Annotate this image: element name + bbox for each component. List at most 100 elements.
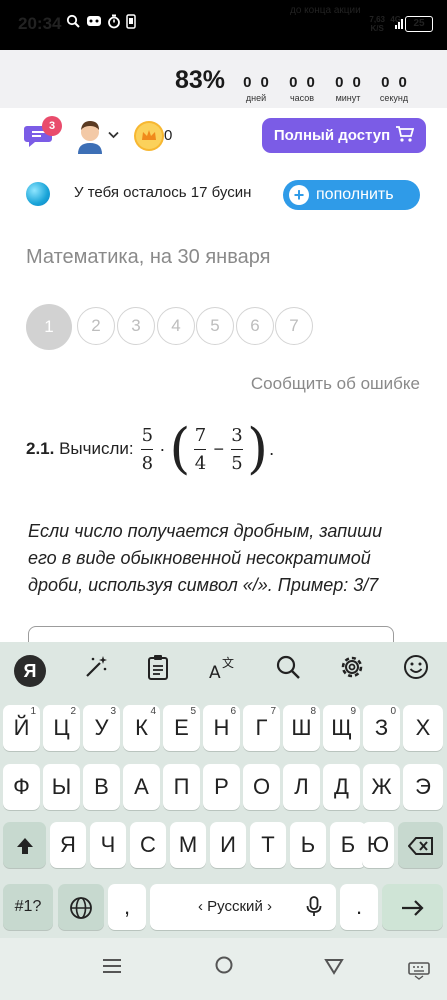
report-error-link[interactable]: Сообщить об ошибке <box>251 374 420 394</box>
shift-key[interactable] <box>3 822 46 868</box>
question-number-4[interactable]: 4 <box>157 307 195 345</box>
key-Й[interactable]: Й1 <box>3 705 40 751</box>
fraction-2: 74 <box>194 424 207 474</box>
full-access-button[interactable]: Полный доступ <box>262 118 426 153</box>
yandex-logo-icon[interactable]: Я <box>14 655 46 687</box>
topup-button[interactable]: + пополнить <box>283 180 420 210</box>
key-П[interactable]: П <box>163 764 200 810</box>
back-icon[interactable] <box>324 955 344 981</box>
key-Н[interactable]: Н6 <box>203 705 240 751</box>
key-К[interactable]: К4 <box>123 705 160 751</box>
key-З[interactable]: З0 <box>363 705 400 751</box>
space-label: ‹ Русский › <box>198 898 272 915</box>
status-time: 20:34 <box>18 14 62 33</box>
key-С[interactable]: С <box>130 822 166 868</box>
question-number-7[interactable]: 7 <box>275 307 313 345</box>
timer-icon <box>107 14 121 32</box>
countdown-minutes: 00 минут <box>335 74 370 103</box>
fraction-1: 58 <box>141 424 154 474</box>
chat-badge: 3 <box>42 116 62 136</box>
key-И[interactable]: И <box>210 822 246 868</box>
key-Е[interactable]: Е5 <box>163 705 200 751</box>
settings-gear-icon[interactable] <box>332 654 372 688</box>
magic-wand-icon[interactable] <box>76 654 116 688</box>
key-Э[interactable]: Э <box>403 764 443 810</box>
plus-icon: + <box>289 185 309 205</box>
key-Л[interactable]: Л <box>283 764 320 810</box>
emoji-icon[interactable] <box>396 654 436 688</box>
countdown-seconds: 00 секунд <box>379 74 416 103</box>
microphone-icon[interactable] <box>306 884 322 930</box>
enter-key[interactable] <box>382 884 443 930</box>
cart-icon <box>396 125 415 146</box>
paren-open: ( <box>169 417 191 480</box>
language-globe-key[interactable] <box>58 884 104 930</box>
svg-text:A: A <box>209 663 221 680</box>
key-Ш[interactable]: Ш8 <box>283 705 320 751</box>
crown-coin-icon[interactable] <box>134 121 164 151</box>
key-Ж[interactable]: Ж <box>363 764 400 810</box>
fraction-3: 35 <box>230 424 243 474</box>
key-Т[interactable]: Т <box>250 822 286 868</box>
key-Ф[interactable]: Ф <box>3 764 40 810</box>
search-icon[interactable] <box>268 654 308 688</box>
net-speed: 7,63 K/S <box>369 15 385 33</box>
key-Д[interactable]: Д <box>323 764 360 810</box>
promo-caption: до конца акции <box>290 5 361 16</box>
paren-close: ) <box>246 417 269 480</box>
question-number-5[interactable]: 5 <box>196 307 234 345</box>
key-Ы[interactable]: Ы <box>43 764 80 810</box>
key-Ю[interactable]: Ю <box>362 822 394 868</box>
backspace-key[interactable] <box>398 822 443 868</box>
shift-arrow-icon <box>15 832 35 857</box>
key-Х[interactable]: Х <box>403 705 443 751</box>
key-Щ[interactable]: Щ9 <box>323 705 360 751</box>
comma-key[interactable]: , <box>108 884 146 930</box>
signal-icon <box>395 16 405 32</box>
full-access-label: Полный доступ <box>273 127 391 144</box>
bead-icon <box>26 182 50 206</box>
key-У[interactable]: У3 <box>83 705 120 751</box>
avatar[interactable] <box>76 118 104 154</box>
promo-percent: 83% <box>175 66 226 94</box>
home-icon[interactable] <box>214 955 234 981</box>
notification-app-icon <box>86 14 102 31</box>
translate-icon[interactable]: A文 <box>203 654 243 688</box>
task-number: 2.1. <box>26 439 55 458</box>
section-title: Математика, на 30 января <box>26 246 271 268</box>
space-key[interactable]: ‹ Русский › <box>150 884 336 930</box>
question-number-6[interactable]: 6 <box>236 307 274 345</box>
period-key[interactable]: . <box>340 884 378 930</box>
key-В[interactable]: В <box>83 764 120 810</box>
task-text: Вычисли: <box>59 439 134 458</box>
key-Б[interactable]: Б <box>330 822 366 868</box>
key-М[interactable]: М <box>170 822 206 868</box>
key-Ь[interactable]: Ь <box>290 822 326 868</box>
clipboard-icon[interactable] <box>138 654 178 688</box>
key-Р[interactable]: Р <box>203 764 240 810</box>
topup-label: пополнить <box>316 186 394 203</box>
question-number-3[interactable]: 3 <box>117 307 155 345</box>
menu-icon[interactable] <box>102 955 122 981</box>
countdown-hours: 00 часов <box>289 74 324 103</box>
svg-text:文: 文 <box>222 655 234 670</box>
globe-icon <box>69 894 93 920</box>
phone-status-icon <box>126 14 136 32</box>
operator-multiply: · <box>159 438 166 459</box>
key-Ч[interactable]: Ч <box>90 822 126 868</box>
keyboard-hide-icon[interactable] <box>408 960 430 986</box>
key-Я[interactable]: Я <box>50 822 86 868</box>
chevron-down-icon[interactable] <box>108 128 119 142</box>
backspace-icon <box>407 832 434 857</box>
key-О[interactable]: О <box>243 764 280 810</box>
key-Г[interactable]: Г7 <box>243 705 280 751</box>
battery-indicator: 25 <box>405 16 433 32</box>
symbols-key[interactable]: #1? <box>3 884 53 930</box>
key-Ц[interactable]: Ц2 <box>43 705 80 751</box>
task-statement: 2.1. Вычисли: 58 · ( 74 − 35 ) . <box>26 414 274 484</box>
question-number-1[interactable]: 1 <box>26 304 72 350</box>
question-number-2[interactable]: 2 <box>77 307 115 345</box>
beads-remaining-text: У тебя осталось 17 бусин <box>74 184 252 201</box>
coin-count: 0 <box>164 127 173 144</box>
key-А[interactable]: А <box>123 764 160 810</box>
